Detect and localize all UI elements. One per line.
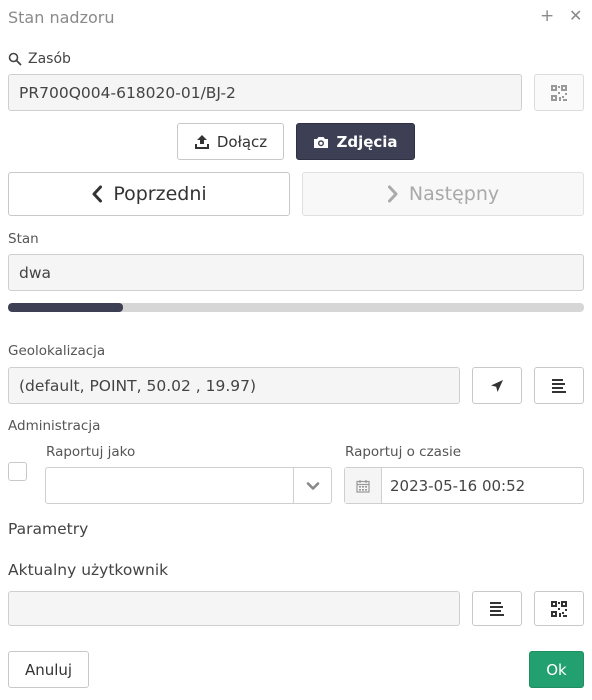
- report-as-select[interactable]: [45, 467, 332, 504]
- ok-button[interactable]: Ok: [529, 651, 584, 688]
- attach-button[interactable]: Dołącz: [177, 123, 284, 160]
- state-progress-bar: [8, 303, 584, 312]
- qr-code-icon: [551, 84, 567, 101]
- qr-code-icon: [551, 600, 567, 617]
- asset-label: Zasób: [28, 51, 71, 67]
- calendar-icon: [356, 479, 370, 493]
- photos-button[interactable]: Zdjęcia: [296, 123, 415, 160]
- current-user-field[interactable]: [8, 591, 460, 626]
- expand-icon[interactable]: +: [540, 6, 554, 26]
- chevron-down-icon: [306, 481, 319, 490]
- geo-details-button[interactable]: [534, 367, 584, 404]
- chevron-right-icon: [387, 185, 398, 203]
- location-arrow-icon: [491, 379, 503, 392]
- photos-label: Zdjęcia: [336, 132, 398, 151]
- align-text-icon: [552, 378, 566, 393]
- geo-field[interactable]: (default, POINT, 50.02 , 19.97): [8, 367, 460, 404]
- user-qr-button[interactable]: [534, 591, 584, 626]
- chevron-left-icon: [92, 185, 103, 203]
- user-details-button[interactable]: [472, 591, 522, 626]
- align-text-icon: [490, 601, 504, 616]
- calendar-addon[interactable]: [345, 468, 382, 503]
- asset-qr-button[interactable]: [534, 74, 584, 111]
- geo-label: Geolokalizacja: [8, 343, 106, 359]
- locate-button[interactable]: [472, 367, 522, 404]
- previous-button[interactable]: Poprzedni: [8, 172, 290, 216]
- attach-label: Dołącz: [216, 132, 268, 151]
- dialog-title: Stan nadzoru: [8, 8, 115, 27]
- search-icon: [8, 52, 22, 66]
- close-icon[interactable]: ✕: [569, 6, 582, 26]
- cancel-button[interactable]: Anuluj: [8, 651, 89, 688]
- camera-icon: [314, 136, 329, 148]
- asset-field[interactable]: PR700Q004-618020-01/BJ-2: [8, 74, 522, 111]
- report-time-value: 2023-05-16 00:52: [390, 476, 526, 495]
- upload-icon: [194, 134, 209, 149]
- admin-checkbox[interactable]: [8, 462, 27, 481]
- report-as-dropdown-toggle[interactable]: [293, 468, 331, 503]
- state-progress-fill: [8, 303, 124, 312]
- report-as-value: [46, 468, 293, 503]
- state-field[interactable]: dwa: [8, 254, 584, 291]
- report-time-label: Raportuj o czasie: [345, 444, 462, 460]
- current-user-label: Aktualny użytkownik: [8, 561, 169, 579]
- asset-label-row: Zasób: [8, 51, 71, 67]
- state-label: Stan: [8, 231, 39, 247]
- previous-label: Poprzedni: [113, 183, 207, 205]
- report-as-label: Raportuj jako: [46, 444, 136, 460]
- next-label: Następny: [408, 183, 500, 205]
- report-time-field[interactable]: 2023-05-16 00:52: [344, 467, 584, 504]
- admin-label: Administracja: [8, 418, 101, 434]
- params-label: Parametry: [8, 520, 89, 538]
- next-button[interactable]: Następny: [302, 172, 584, 216]
